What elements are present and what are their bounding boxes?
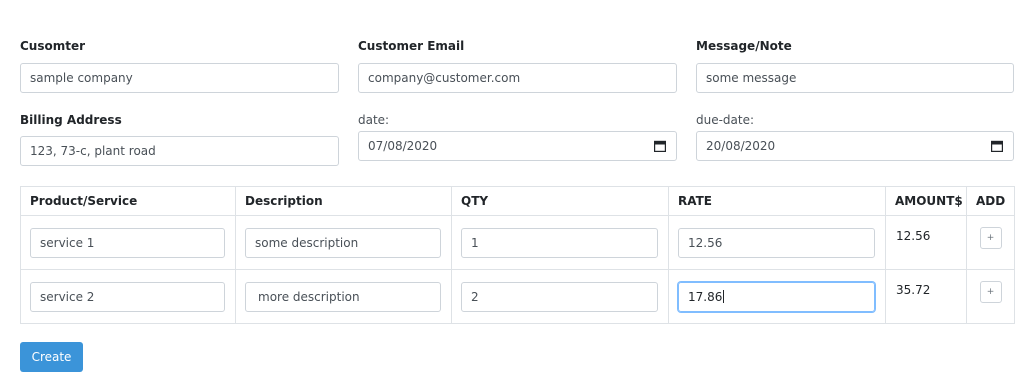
due-date-label: due-date: (696, 113, 755, 127)
description-input[interactable]: some description (245, 227, 441, 258)
date-value: 07/08/2020 (368, 139, 438, 153)
customer-label: Cusomter (20, 39, 86, 53)
plus-icon: + (986, 286, 995, 297)
qty-value: 2 (471, 289, 479, 304)
customer-input[interactable]: sample company (20, 63, 339, 93)
rate-value: 17.86 (688, 289, 723, 304)
billing-address-value: 123, 73-c, plant road (30, 144, 156, 158)
col-header-rate: RATE (668, 186, 886, 216)
amount-value: 12.56 (896, 228, 931, 243)
billing-address-input[interactable]: 123, 73-c, plant road (20, 136, 339, 166)
qty-value: 1 (471, 235, 479, 250)
add-row-button[interactable]: + (979, 226, 1002, 249)
amount-value: 35.72 (896, 282, 931, 297)
due-date-value: 20/08/2020 (706, 139, 776, 153)
col-header-add: ADD (966, 186, 1015, 216)
add-row-button[interactable]: + (979, 280, 1002, 303)
text-caret (723, 290, 725, 303)
rate-input[interactable]: 12.56 (678, 227, 875, 258)
rate-input[interactable]: 17.86 (678, 281, 875, 312)
plus-icon: + (986, 232, 995, 243)
description-value: more description (258, 289, 360, 304)
message-note-value: some message (706, 71, 797, 85)
table-header-row: Product/Service Description QTY RATE AMO… (20, 186, 1015, 216)
date-label: date: (358, 113, 390, 127)
col-header-qty: QTY (451, 186, 669, 216)
items-table: Product/Service Description QTY RATE AMO… (20, 186, 1015, 324)
due-date-input[interactable]: 20/08/2020 (696, 131, 1014, 161)
col-header-amount: AMOUNT$ (885, 186, 967, 216)
customer-email-value: company@customer.com (368, 71, 521, 85)
product-input[interactable]: service 1 (30, 227, 225, 258)
message-note-label: Message/Note (696, 39, 792, 53)
product-value: service 2 (40, 289, 95, 304)
create-button[interactable]: Create (20, 342, 83, 372)
product-input[interactable]: service 2 (30, 281, 225, 312)
qty-input[interactable]: 2 (461, 281, 658, 312)
billing-address-label: Billing Address (20, 113, 122, 127)
date-input[interactable]: 07/08/2020 (358, 131, 677, 161)
table-row: service 2 more description 2 17.86 35.72… (20, 269, 1015, 324)
customer-email-input[interactable]: company@customer.com (358, 63, 677, 93)
description-input[interactable]: more description (245, 281, 441, 312)
rate-value: 12.56 (688, 235, 723, 250)
col-header-description: Description (235, 186, 452, 216)
customer-email-label: Customer Email (358, 39, 465, 53)
col-header-product: Product/Service (20, 186, 236, 216)
calendar-icon[interactable] (653, 139, 667, 153)
customer-value: sample company (30, 71, 133, 85)
message-note-input[interactable]: some message (696, 63, 1014, 93)
calendar-icon[interactable] (990, 139, 1004, 153)
qty-input[interactable]: 1 (461, 227, 658, 258)
description-value: some description (255, 235, 359, 250)
product-value: service 1 (40, 235, 95, 250)
table-row: service 1 some description 1 12.56 12.56… (20, 215, 1015, 270)
